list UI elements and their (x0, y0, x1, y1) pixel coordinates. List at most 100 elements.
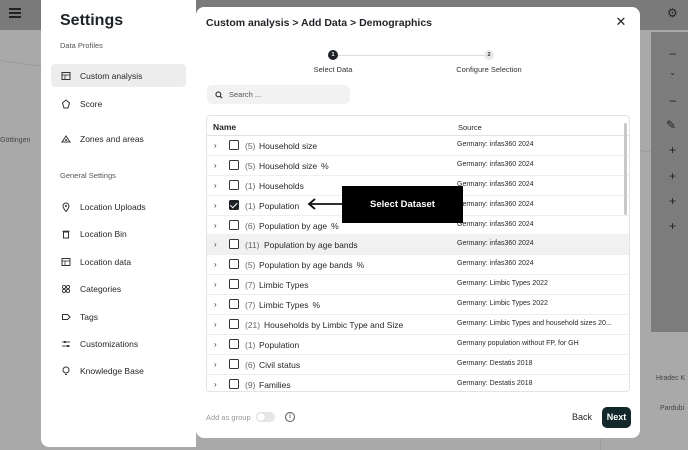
sidebar-item-tags[interactable]: Tags (51, 305, 186, 328)
chevron-right-icon[interactable]: › (214, 141, 217, 150)
row-checkbox[interactable] (229, 378, 239, 389)
sidebar-item-custom-analysis[interactable]: Custom analysis (51, 64, 186, 87)
row-name: Limbic Types% (259, 300, 320, 310)
plus-icon[interactable]: + (669, 169, 676, 183)
row-name: Population by age% (259, 221, 339, 231)
sidebar-item-score[interactable]: Score (51, 92, 186, 115)
gear-icon[interactable]: ⚙ (667, 6, 678, 20)
row-source: Germany population without FP, for GH (457, 339, 579, 347)
menu-icon[interactable] (9, 8, 21, 18)
plus-icon[interactable]: + (669, 194, 676, 208)
row-name-text: Households by Limbic Type and Size (264, 320, 404, 331)
row-checkbox[interactable] (229, 279, 239, 290)
row-source: Germany: Limbic Types and household size… (457, 320, 612, 328)
table-row[interactable]: › (11) Population by age bands Germany: inf… (207, 235, 629, 256)
sidebar-item-location-data[interactable]: Location data (51, 250, 186, 273)
chevron-right-icon[interactable]: › (214, 161, 217, 170)
chevron-right-icon[interactable]: › (214, 380, 217, 389)
row-checkbox[interactable] (229, 299, 239, 310)
chevron-right-icon[interactable]: › (214, 260, 217, 269)
sidebar-item-zones-and-areas[interactable]: Zones and areas (51, 127, 186, 150)
search-input[interactable] (229, 90, 339, 99)
table-row[interactable]: › (1) Population Germany population without… (207, 335, 629, 355)
row-name-text: Population (259, 200, 300, 211)
table-row[interactable]: › (5) Household size% Germany: infas360 202… (207, 156, 629, 176)
row-source: Germany: infas360 2024 (457, 260, 534, 268)
sidebar-item-label: Custom analysis (80, 70, 143, 81)
row-checkbox[interactable] (229, 259, 239, 270)
row-name-text: Population by age bands (259, 260, 353, 271)
row-checkbox[interactable] (229, 239, 239, 250)
next-button[interactable]: Next (602, 407, 631, 428)
dataset-table: Name Source › (5) Household size Germany: i… (206, 115, 630, 392)
minus-icon[interactable]: – (669, 93, 676, 107)
info-icon[interactable]: i (285, 412, 295, 422)
plus-icon[interactable]: + (669, 143, 676, 157)
sidebar-item-knowledge-base[interactable]: Knowledge Base (51, 359, 186, 382)
row-checkbox[interactable] (229, 199, 239, 210)
row-checkbox[interactable] (229, 319, 239, 330)
table-scrollbar[interactable] (624, 115, 627, 392)
percent-icon: % (331, 220, 339, 231)
close-button[interactable]: ✕ (614, 15, 628, 29)
table-row[interactable]: › (5) Household size Germany: infas360 2024 (207, 136, 629, 156)
plus-icon[interactable]: + (669, 219, 676, 233)
row-checkbox[interactable] (229, 179, 239, 190)
add-as-group-toggle[interactable] (256, 412, 275, 422)
row-source: Germany: Destatis 2018 (457, 359, 533, 367)
chevron-right-icon[interactable]: › (214, 181, 217, 190)
map-label: Pardubi (660, 405, 685, 412)
chevron-right-icon[interactable]: › (214, 201, 217, 210)
row-count: (5) (245, 260, 256, 271)
table-row[interactable]: › (9) Families Germany: Destatis 2018 (207, 375, 629, 391)
table-header: Name Source (207, 116, 629, 136)
settings-sidebar: Settings Data Profiles Custom analysis S… (41, 0, 196, 447)
row-checkbox[interactable] (229, 219, 239, 230)
scrollbar-thumb[interactable] (624, 123, 627, 215)
row-checkbox[interactable] (229, 159, 239, 170)
sidebar-item-label: Customizations (80, 338, 139, 349)
row-name-text: Population (259, 339, 300, 350)
pencil-icon[interactable]: ✎ (666, 118, 676, 132)
table-row[interactable]: › (5) Population by age bands% Germany: inf… (207, 255, 629, 276)
chevron-right-icon[interactable]: › (214, 360, 217, 369)
close-icon: ✕ (615, 14, 627, 29)
row-checkbox[interactable] (229, 338, 239, 349)
minus-icon[interactable]: – (669, 46, 676, 60)
table-row[interactable]: › (7) Limbic Types% Germany: Limbic Types 2… (207, 295, 629, 316)
row-count: (1) (245, 200, 256, 211)
step-2-label: Configure Selection (456, 65, 522, 74)
row-checkbox[interactable] (229, 358, 239, 369)
chevron-right-icon[interactable]: › (214, 340, 217, 349)
sidebar-item-label: Categories (80, 283, 122, 294)
chevron-right-icon[interactable]: › (214, 300, 217, 309)
map-label: Hradec K (656, 375, 686, 382)
chevron-right-icon[interactable]: › (214, 221, 217, 230)
step-1-label: Select Data (313, 65, 353, 74)
arrow-left-icon (307, 198, 342, 210)
row-name: Limbic Types (259, 280, 308, 290)
chevron-down-icon[interactable]: ⌄ (669, 68, 676, 77)
sidebar-item-categories[interactable]: Categories (51, 277, 186, 300)
sidebar-item-customizations[interactable]: Customizations (51, 332, 186, 355)
select-dataset-callout: Select Dataset (342, 186, 463, 223)
row-checkbox[interactable] (229, 140, 239, 150)
row-name-text: Households (259, 180, 304, 191)
row-name: Population (259, 201, 299, 211)
row-name-text: Population by age bands (264, 240, 358, 251)
score-icon (61, 98, 71, 108)
search-box[interactable] (207, 85, 350, 104)
table-row[interactable]: › (6) Civil status Germany: Destatis 2018 (207, 355, 629, 375)
row-count: (5) (245, 160, 256, 171)
row-name-text: Civil status (259, 359, 301, 370)
chevron-right-icon[interactable]: › (214, 240, 217, 249)
sidebar-item-location-uploads[interactable]: Location Uploads (51, 195, 186, 218)
chevron-right-icon[interactable]: › (214, 320, 217, 329)
table-row[interactable]: › (7) Limbic Types Germany: Limbic Types 20… (207, 275, 629, 296)
chevron-right-icon[interactable]: › (214, 280, 217, 289)
search-icon (215, 90, 223, 99)
back-button[interactable]: Back (566, 407, 598, 428)
sidebar-item-location-bin[interactable]: Location Bin (51, 222, 186, 245)
categories-icon (61, 284, 71, 293)
table-row[interactable]: › (21) Households by Limbic Type and Size G… (207, 315, 629, 335)
